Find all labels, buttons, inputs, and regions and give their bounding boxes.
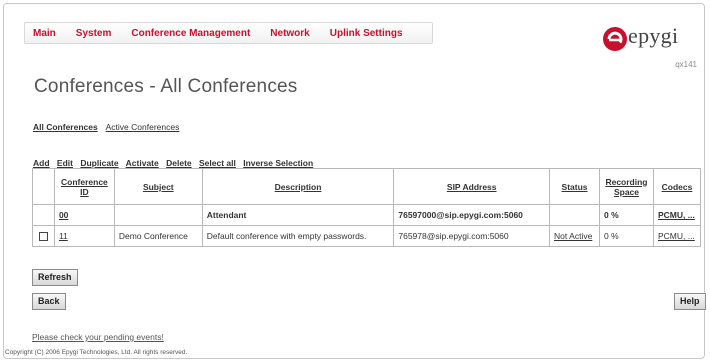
row-checkbox[interactable]	[38, 232, 48, 242]
table-row: 11 Demo Conference Default conference wi…	[32, 225, 702, 247]
description-cell: Attendant	[201, 204, 395, 226]
top-menu: Main System Conference Management Networ…	[24, 22, 433, 44]
menu-system[interactable]: System	[66, 28, 122, 39]
conference-id-cell: 11	[53, 225, 115, 247]
refresh-button[interactable]: Refresh	[32, 269, 78, 286]
status-cell: Not Active	[549, 225, 600, 247]
recording-space-cell: 0 %	[599, 204, 654, 226]
subject-cell	[113, 204, 203, 226]
row-checkbox-cell	[32, 225, 55, 247]
activate-link[interactable]: Activate	[126, 158, 159, 168]
conference-id-link[interactable]: 11	[59, 231, 68, 241]
header-sip-address[interactable]: SIP Address	[393, 168, 551, 205]
action-bar: Add Edit Duplicate Activate Delete Selec…	[33, 158, 318, 168]
tab-all-conferences[interactable]: All Conferences	[33, 122, 98, 132]
epygi-logo-text: epygi	[628, 23, 679, 48]
header-description[interactable]: Description	[201, 168, 395, 205]
conference-id-cell: 00	[53, 204, 115, 226]
header-recording-space[interactable]: Recording Space	[599, 168, 654, 205]
epygi-logo-mark	[603, 27, 627, 51]
codecs-link[interactable]: PCMU, ...	[658, 210, 695, 220]
description-cell: Default conference with empty passwords.	[201, 225, 395, 247]
edit-link[interactable]: Edit	[57, 158, 73, 168]
select-all-link[interactable]: Select all	[199, 158, 236, 168]
back-button[interactable]: Back	[32, 293, 66, 310]
device-name: qx141	[675, 60, 697, 69]
copyright-text: Copyright (C) 2006 Epygi Technologies, L…	[5, 349, 188, 356]
menu-uplink-settings[interactable]: Uplink Settings	[320, 28, 413, 39]
duplicate-link[interactable]: Duplicate	[80, 158, 118, 168]
page-title: Conferences - All Conferences	[34, 76, 298, 97]
help-button[interactable]: Help	[674, 293, 706, 310]
conferences-table: Conference ID Subject Description SIP Ad…	[32, 168, 702, 247]
conference-id-link[interactable]: 00	[59, 210, 68, 220]
table-header-row: Conference ID Subject Description SIP Ad…	[32, 168, 702, 205]
delete-link[interactable]: Delete	[166, 158, 192, 168]
recording-space-cell: 0 %	[599, 225, 654, 247]
sip-address-cell: 765978@sip.epygi.com:5060	[393, 225, 551, 247]
header-subject[interactable]: Subject	[113, 168, 203, 205]
status-link[interactable]: Not Active	[554, 231, 592, 241]
menu-conference-management[interactable]: Conference Management	[121, 28, 260, 39]
codecs-cell: PCMU, ...	[652, 225, 702, 247]
menu-main[interactable]: Main	[25, 28, 66, 39]
codecs-cell: PCMU, ...	[652, 204, 702, 226]
epygi-logo: epygi	[601, 23, 697, 54]
header-checkbox	[32, 168, 55, 205]
status-cell	[549, 204, 600, 226]
tab-active-conferences[interactable]: Active Conferences	[106, 122, 180, 132]
table-row: 00 Attendant 76597000@sip.epygi.com:5060…	[32, 204, 702, 226]
add-link[interactable]: Add	[33, 158, 50, 168]
header-conference-id[interactable]: Conference ID	[53, 168, 115, 205]
subject-cell: Demo Conference	[113, 225, 203, 247]
pending-events-link[interactable]: Please check your pending events!	[32, 332, 164, 342]
header-status[interactable]: Status	[549, 168, 600, 205]
codecs-link[interactable]: PCMU, ...	[658, 231, 695, 241]
sip-address-cell: 76597000@sip.epygi.com:5060	[393, 204, 551, 226]
header-codecs[interactable]: Codecs	[652, 168, 702, 205]
inverse-selection-link[interactable]: Inverse Selection	[243, 158, 313, 168]
row-checkbox-cell	[32, 204, 55, 226]
menu-network[interactable]: Network	[260, 28, 319, 39]
sub-tabs: All Conferences Active Conferences	[33, 122, 185, 132]
